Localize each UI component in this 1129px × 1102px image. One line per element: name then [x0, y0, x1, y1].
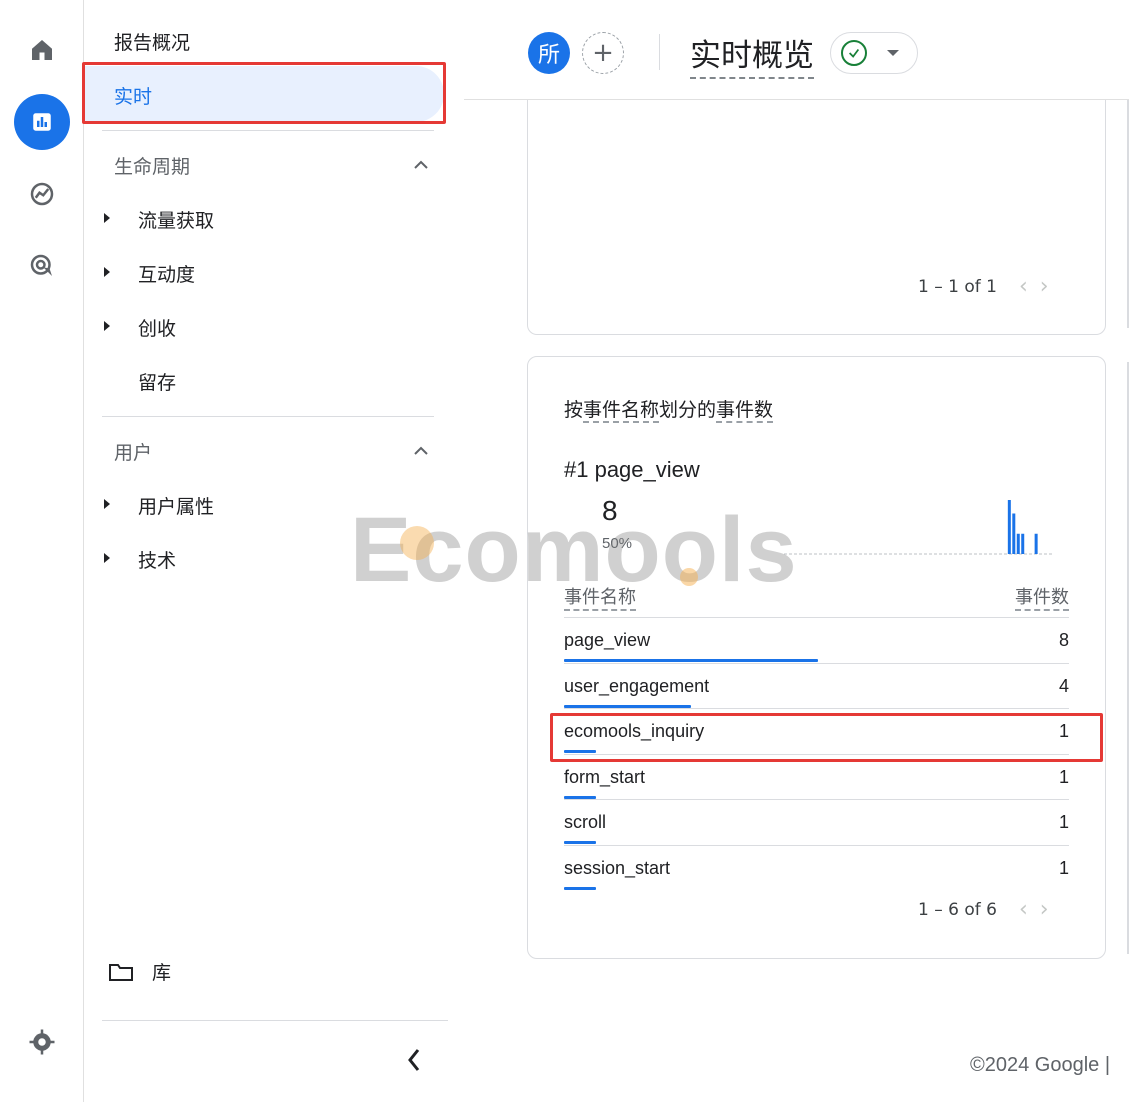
status-dropdown[interactable]	[830, 32, 918, 74]
event-name[interactable]: user_engagement	[564, 676, 709, 697]
toolbar-divider	[659, 34, 660, 70]
table-row[interactable]: page_view 8	[564, 617, 1069, 662]
watermark-dot	[680, 568, 698, 586]
nav-item-acquisition[interactable]: 流量获取	[138, 206, 214, 233]
events-by-name-card: 按事件名称划分的事件数 #1 page_view 8 50% 事件名称 事件数 …	[527, 356, 1106, 959]
caret-right-icon[interactable]	[104, 267, 110, 277]
sparkline-bar	[1016, 533, 1020, 554]
title-dimension[interactable]: 事件名称	[583, 399, 660, 423]
table-row[interactable]: session_start 1	[564, 844, 1069, 890]
watermark-dot	[400, 526, 434, 560]
share-bar	[564, 886, 596, 890]
sparkline-bar	[1034, 533, 1038, 554]
top-card-pager: 1 – 1 of 1 ‹›	[918, 274, 1061, 299]
gear-icon[interactable]	[14, 1014, 70, 1070]
event-name[interactable]: scroll	[564, 812, 606, 833]
footer-copyright: ©2024 Google |	[970, 1054, 1111, 1076]
nav-item-monetization[interactable]: 创收	[138, 314, 176, 341]
chevron-up-icon[interactable]	[414, 444, 428, 458]
top-bar: 所 + 实时概览	[464, 0, 1129, 100]
nav-item-overview[interactable]: 报告概况	[114, 28, 190, 55]
sparkline-bar	[1021, 533, 1025, 554]
caret-right-icon[interactable]	[104, 321, 110, 331]
top-event-rank: #1 page_view	[564, 457, 700, 482]
nav-divider	[102, 416, 434, 417]
advertising-icon[interactable]	[14, 238, 70, 294]
add-comparison-button[interactable]: +	[582, 32, 624, 74]
event-name[interactable]: page_view	[564, 630, 650, 651]
caret-right-icon[interactable]	[104, 553, 110, 563]
reports-icon[interactable]	[14, 94, 70, 150]
sparkline-chart	[784, 500, 1052, 555]
check-circle-icon	[841, 40, 867, 66]
left-rail	[0, 0, 84, 1102]
nav-divider	[102, 1020, 448, 1021]
nav-item-library[interactable]: 库	[108, 958, 171, 985]
caret-right-icon[interactable]	[104, 499, 110, 509]
nav-divider	[102, 130, 434, 131]
caret-down-icon	[887, 50, 899, 56]
sparkline-bar	[1012, 513, 1016, 554]
pager-arrows-icon[interactable]: ‹›	[1019, 897, 1061, 922]
event-name[interactable]: session_start	[564, 858, 670, 879]
pager-arrows-icon[interactable]: ‹›	[1019, 274, 1061, 299]
avatar[interactable]: 所	[528, 32, 570, 74]
chevron-left-icon[interactable]	[402, 1046, 426, 1074]
top-event-value: 8	[602, 495, 618, 526]
page-title[interactable]: 实时概览	[690, 30, 814, 79]
nav-item-engagement[interactable]: 互动度	[138, 260, 195, 287]
title-text: 按	[564, 399, 584, 421]
table-row[interactable]: scroll 1	[564, 799, 1069, 844]
pager-range: 1 – 1 of 1	[918, 276, 997, 297]
library-label: 库	[152, 962, 172, 984]
event-count: 1	[1058, 857, 1069, 878]
col-header-event-name[interactable]: 事件名称	[564, 583, 636, 611]
nav-item-retention[interactable]: 留存	[138, 368, 176, 395]
col-header-event-count[interactable]: 事件数	[1015, 583, 1069, 611]
top-card: 1 – 1 of 1 ‹›	[527, 80, 1106, 335]
sparkline-bar	[1007, 500, 1011, 554]
explore-icon[interactable]	[14, 166, 70, 222]
event-count: 4	[1058, 675, 1069, 696]
title-metric[interactable]: 事件数	[716, 399, 774, 423]
table-row[interactable]: user_engagement 4	[564, 662, 1069, 708]
pager-range: 1 – 6 of 6	[918, 899, 997, 920]
home-icon[interactable]	[14, 22, 70, 78]
nav-item-tech[interactable]: 技术	[138, 546, 176, 573]
event-count: 8	[1058, 630, 1069, 650]
title-text: 划分的	[659, 399, 717, 421]
chevron-up-icon[interactable]	[414, 158, 428, 172]
highlight-box-inquiry	[550, 713, 1103, 762]
nav-section-user[interactable]: 用户	[114, 438, 152, 465]
event-name[interactable]: form_start	[564, 767, 645, 788]
nav-section-lifecycle[interactable]: 生命周期	[114, 152, 190, 179]
events-card-pager: 1 – 6 of 6 ‹›	[918, 897, 1061, 922]
top-event-percent: 50%	[602, 535, 633, 552]
nav-item-user-attributes[interactable]: 用户属性	[138, 492, 214, 519]
event-count: 1	[1058, 766, 1069, 787]
event-count: 1	[1058, 812, 1069, 832]
card-title: 按事件名称划分的事件数	[564, 395, 774, 423]
caret-right-icon[interactable]	[104, 213, 110, 223]
highlight-box-realtime	[82, 62, 446, 124]
folder-icon	[109, 963, 133, 981]
